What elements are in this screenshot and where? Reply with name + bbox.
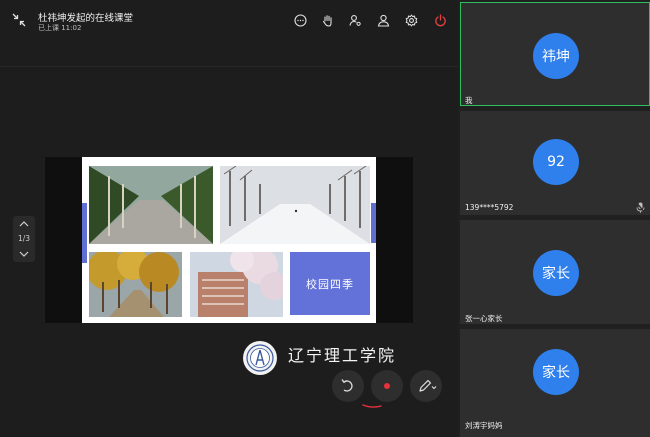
participant-name: 刘涛宇妈妈 xyxy=(465,421,503,430)
avatar: 92 xyxy=(533,139,579,185)
collapse-icon[interactable] xyxy=(12,13,26,27)
class-elapsed-time: 已上课 11:02 xyxy=(38,24,82,32)
slide-caption: 校园四季 xyxy=(290,252,370,315)
photo-autumn-trees xyxy=(89,252,182,317)
chevron-down-icon[interactable] xyxy=(19,250,29,258)
undo-button[interactable] xyxy=(332,370,364,402)
participant-tile[interactable]: 祎坤 我 xyxy=(460,2,650,106)
mic-muted-icon xyxy=(636,202,645,213)
pen-tool-button[interactable] xyxy=(410,370,442,402)
participant-tile[interactable]: 92 139****5792 xyxy=(460,111,650,215)
class-title: 杜祎坤发起的在线课堂 xyxy=(38,13,134,24)
record-button[interactable] xyxy=(371,370,403,402)
avatar: 家长 xyxy=(533,250,579,296)
participant-name: 139****5792 xyxy=(465,203,514,212)
member-management-icon[interactable] xyxy=(349,14,362,27)
raise-hand-icon[interactable] xyxy=(321,14,334,27)
watermark-text: 辽宁理工学院 xyxy=(288,346,397,365)
record-icon xyxy=(384,383,390,389)
avatar: 家长 xyxy=(533,349,579,395)
gear-icon[interactable] xyxy=(405,14,418,27)
participant-tile[interactable]: 家长 刘涛宇妈妈 xyxy=(460,329,650,437)
header-divider xyxy=(0,66,458,67)
undo-icon xyxy=(341,379,353,392)
classroom-main: 杜祎坤发起的在线课堂 已上课 11:02 校园四季 1/3 辽宁理工学院 xyxy=(0,0,458,437)
participant-tile[interactable]: 家长 张一心家长 xyxy=(460,220,650,324)
pen-icon xyxy=(419,379,437,392)
annotation-stroke xyxy=(362,404,382,408)
photo-spring-campus xyxy=(190,252,283,317)
chat-icon[interactable] xyxy=(294,14,307,27)
power-icon[interactable] xyxy=(434,14,447,27)
page-indicator: 1/3 xyxy=(17,234,31,243)
photo-winter-road xyxy=(220,166,370,244)
avatar: 祎坤 xyxy=(533,33,579,79)
participant-name: 我 xyxy=(465,96,473,105)
page-navigator: 1/3 xyxy=(13,216,35,262)
university-logo xyxy=(243,341,277,375)
chevron-up-icon[interactable] xyxy=(19,220,29,228)
slide-accent-bar xyxy=(371,203,376,243)
photo-summer-road xyxy=(89,166,213,244)
slide-accent-bar xyxy=(82,203,87,263)
user-icon[interactable] xyxy=(377,14,390,27)
top-bar: 杜祎坤发起的在线课堂 已上课 11:02 xyxy=(0,0,458,42)
participant-name: 张一心家长 xyxy=(465,314,503,323)
